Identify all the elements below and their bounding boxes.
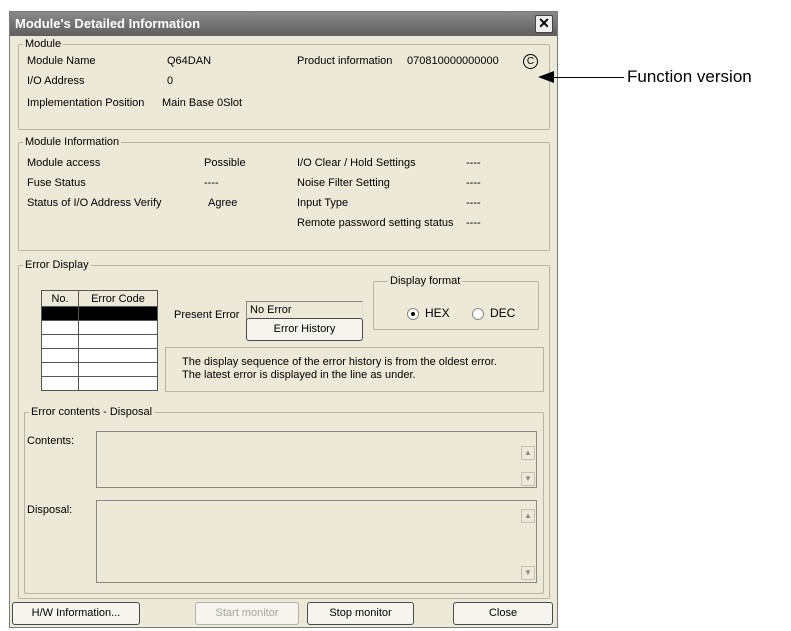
- noise-filter-label: Noise Filter Setting: [297, 177, 390, 189]
- disposal-scroll-up-icon[interactable]: ▲: [521, 509, 535, 523]
- product-info-value: 070810000000000: [407, 55, 499, 67]
- error-note-line2: The latest error is displayed in the lin…: [182, 369, 416, 381]
- dialog-title: Module's Detailed Information: [10, 12, 557, 36]
- function-version-arrow-line: [553, 77, 624, 78]
- table-header-error-code: Error Code: [78, 290, 158, 307]
- module-name-value: Q64DAN: [167, 55, 212, 67]
- impl-position-label: Implementation Position: [27, 97, 145, 109]
- module-info-group: Module Information: [18, 136, 550, 251]
- impl-position-value: Main Base 0Slot: [162, 97, 243, 109]
- module-name-label: Module Name: [27, 55, 96, 67]
- table-header-no: No.: [41, 290, 79, 307]
- noise-filter-value: ----: [466, 177, 481, 189]
- table-row[interactable]: [41, 348, 158, 363]
- close-button[interactable]: Close: [453, 602, 553, 625]
- io-clear-label: I/O Clear / Hold Settings: [297, 157, 416, 169]
- contents-scroll-down-icon[interactable]: ▼: [521, 472, 535, 486]
- module-detail-dialog: Module's Detailed Information ✕ Module M…: [9, 11, 558, 628]
- module-info-legend: Module Information: [25, 136, 120, 148]
- error-note-line1: The display sequence of the error histor…: [182, 356, 497, 368]
- table-row[interactable]: [41, 334, 158, 349]
- fuse-status-label: Fuse Status: [27, 177, 86, 189]
- fuse-status-value: ----: [204, 177, 219, 189]
- input-type-value: ----: [466, 197, 481, 209]
- contents-label: Contents:: [27, 435, 75, 447]
- function-version-annotation: Function version: [627, 67, 752, 86]
- hex-radio[interactable]: [407, 308, 419, 320]
- close-icon[interactable]: ✕: [535, 15, 553, 33]
- io-address-label: I/O Address: [27, 75, 85, 87]
- module-group: Module: [18, 38, 550, 130]
- module-access-value: Possible: [204, 157, 246, 169]
- function-version-badge: C: [523, 54, 538, 69]
- module-access-label: Module access: [27, 157, 101, 169]
- product-info-label: Product information: [297, 55, 393, 67]
- disposal-scroll-down-icon[interactable]: ▼: [521, 566, 535, 580]
- error-history-button[interactable]: Error History: [246, 318, 363, 341]
- display-format-group: Display format: [373, 275, 539, 330]
- io-verify-label: Status of I/O Address Verify: [27, 197, 162, 209]
- remote-pw-value: ----: [466, 217, 481, 229]
- present-error-label: Present Error: [174, 309, 240, 321]
- stop-monitor-button[interactable]: Stop monitor: [307, 602, 414, 625]
- error-history-table[interactable]: No. Error Code: [41, 290, 158, 391]
- input-type-label: Input Type: [297, 197, 349, 209]
- module-group-legend: Module: [25, 38, 62, 50]
- remote-pw-label: Remote password setting status: [297, 217, 454, 229]
- hex-radio-label: HEX: [425, 306, 450, 320]
- contents-scroll-up-icon[interactable]: ▲: [521, 446, 535, 460]
- table-row[interactable]: [41, 306, 158, 321]
- error-contents-legend: Error contents - Disposal: [31, 406, 153, 418]
- function-version-arrow-head: [538, 71, 554, 83]
- disposal-textarea[interactable]: ▲ ▼: [96, 500, 537, 583]
- io-address-value: 0: [167, 75, 174, 87]
- dec-radio[interactable]: [472, 308, 484, 320]
- start-monitor-button[interactable]: Start monitor: [195, 602, 299, 625]
- display-format-legend: Display format: [390, 275, 461, 287]
- dec-radio-label: DEC: [490, 306, 516, 320]
- io-verify-value: Agree: [208, 197, 238, 209]
- hw-information-button[interactable]: H/W Information...: [12, 602, 140, 625]
- disposal-label: Disposal:: [27, 504, 73, 516]
- io-clear-value: ----: [466, 157, 481, 169]
- contents-textarea[interactable]: ▲ ▼: [96, 431, 537, 488]
- table-row[interactable]: [41, 362, 158, 377]
- error-display-legend: Error Display: [25, 259, 89, 271]
- table-row[interactable]: [41, 320, 158, 335]
- table-row[interactable]: [41, 376, 158, 391]
